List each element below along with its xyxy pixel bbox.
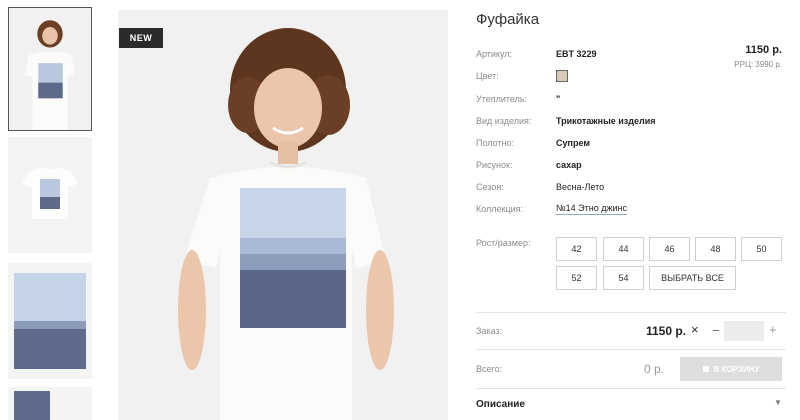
size-option-42[interactable]: 42 [556, 237, 597, 261]
quantity-input[interactable] [724, 321, 764, 341]
description-toggle[interactable]: Описание [476, 399, 525, 410]
thumbnail-back[interactable] [8, 387, 92, 420]
thumbnail-tshirt-flat-image [8, 137, 92, 253]
select-all-sizes-button[interactable]: ВЫБРАТЬ ВСЕ [649, 266, 736, 290]
product-price: 1150 р. [745, 44, 782, 56]
main-product-image[interactable] [118, 10, 448, 420]
new-badge: NEW [119, 28, 163, 48]
detail-row-pattern: Рисунок: сахар [476, 158, 582, 172]
detail-value: Весна-Лето [556, 182, 605, 192]
detail-value: Трикотажные изделия [556, 116, 656, 126]
total-price: 0 р. [644, 362, 665, 376]
recommended-retail-price: РРЦ: 3990 р. [734, 60, 782, 69]
thumbnail-print-detail[interactable] [8, 263, 92, 379]
detail-row-color: Цвет: [476, 69, 568, 83]
detail-row-insulation: Утеплитель: " [476, 92, 560, 106]
detail-row-season: Сезон: Весна-Лето [476, 180, 604, 194]
thumbnail-tshirt-flat[interactable] [8, 137, 92, 253]
add-to-cart-button[interactable]: В КОРЗИНУ [680, 357, 782, 381]
price-block: 1150 р. РРЦ: 3990 р. [734, 44, 782, 69]
chevron-down-icon[interactable]: ▼ [774, 398, 782, 407]
size-option-48[interactable]: 48 [695, 237, 736, 261]
cart-icon [702, 366, 709, 372]
detail-value: сахар [556, 160, 582, 170]
detail-value: Супрем [556, 138, 590, 148]
detail-row-collection: Коллекция: №14 Этно джинс [476, 202, 628, 216]
detail-label: Вид изделия: [476, 116, 532, 126]
divider [476, 349, 786, 350]
detail-row-article: Артикул: EBT 3229 [476, 47, 597, 61]
product-title: Фуфайка [476, 11, 540, 28]
size-option-54[interactable]: 54 [603, 266, 644, 290]
add-to-cart-label: В КОРЗИНУ [713, 364, 760, 374]
order-price: 1150 р. [646, 324, 687, 338]
detail-label: Цвет: [476, 71, 499, 81]
size-option-52[interactable]: 52 [556, 266, 597, 290]
remove-item-icon[interactable]: × [691, 322, 699, 337]
order-label: Заказ: [476, 326, 503, 336]
total-label: Всего: [476, 364, 503, 374]
detail-label: Полотно: [476, 138, 515, 148]
detail-label: Сезон: [476, 182, 504, 192]
thumbnail-model-front[interactable] [8, 7, 92, 131]
detail-value: " [556, 94, 561, 104]
detail-label: Артикул: [476, 49, 513, 59]
thumbnail-model-front-image [9, 8, 91, 130]
product-photo [118, 10, 448, 420]
thumbnail-back-image [8, 387, 92, 420]
size-option-46[interactable]: 46 [649, 237, 690, 261]
collection-link[interactable]: №14 Этно джинс [556, 203, 628, 215]
thumbnail-print-detail-image [8, 263, 92, 379]
size-label: Рост/размер: [476, 238, 531, 248]
detail-label: Рисунок: [476, 160, 513, 170]
size-option-50[interactable]: 50 [741, 237, 782, 261]
detail-label: Утеплитель: [476, 94, 528, 104]
decrease-quantity-button[interactable]: − [712, 323, 720, 338]
product-info-panel: Фуфайка 1150 р. РРЦ: 3990 р. Артикул: EB… [476, 0, 786, 420]
detail-label: Коллекция: [476, 204, 524, 214]
divider [476, 312, 786, 313]
divider [476, 388, 786, 389]
size-option-44[interactable]: 44 [603, 237, 644, 261]
detail-row-item-type: Вид изделия: Трикотажные изделия [476, 114, 656, 128]
detail-row-fabric: Полотно: Супрем [476, 136, 590, 150]
detail-value: EBT 3229 [556, 49, 597, 59]
color-swatch[interactable] [556, 70, 568, 82]
increase-quantity-button[interactable]: + [769, 322, 777, 337]
